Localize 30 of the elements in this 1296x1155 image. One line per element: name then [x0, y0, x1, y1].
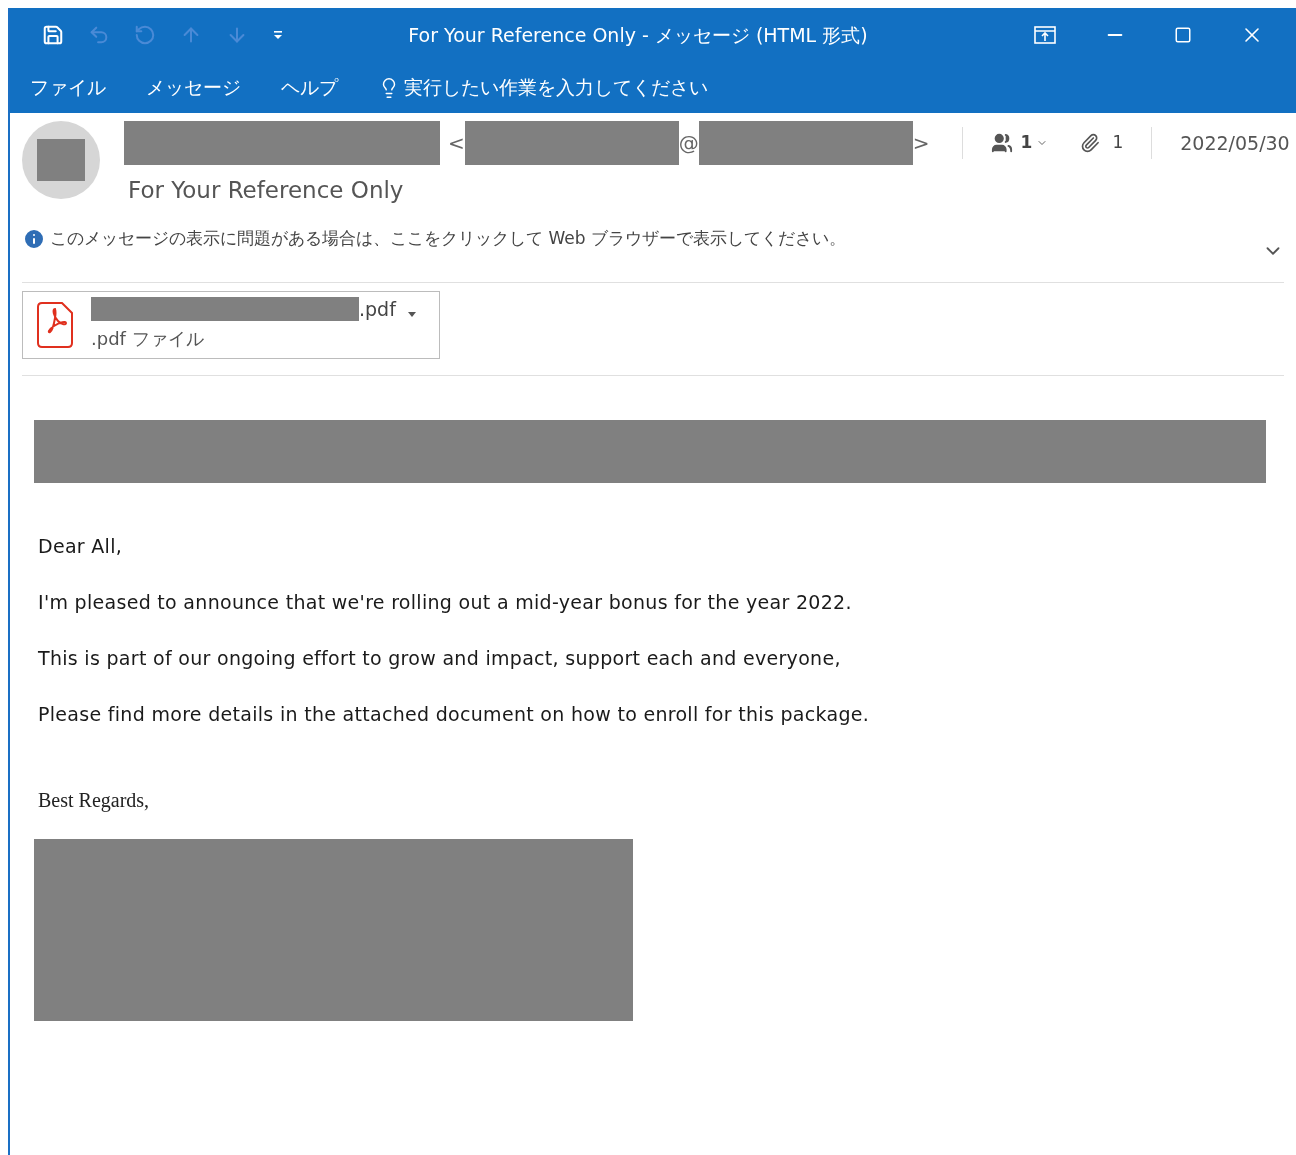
recipients-count[interactable]: 1: [1020, 130, 1033, 156]
body-paragraph: Please find more details in the attached document on how to enroll for this package.: [38, 701, 871, 727]
menu-tab[interactable]: ヘルプ: [281, 73, 338, 102]
menu-tab[interactable]: メッセージ: [146, 73, 241, 102]
menu-tab[interactable]: ファイル: [30, 73, 106, 102]
subject-text: For Your Reference Only: [128, 176, 405, 205]
info-bar-link[interactable]: このメッセージの表示に問題がある場合は、ここをクリックして Web ブラウザーで表示してください。: [50, 225, 846, 252]
people-icon[interactable]: [990, 132, 1013, 154]
paperclip-icon[interactable]: [1080, 133, 1101, 153]
file-extension: .pdf: [359, 297, 396, 321]
sender-bracket: <: [448, 130, 465, 157]
attachment-count: 1: [1112, 131, 1124, 155]
customize-icon[interactable]: [272, 29, 284, 41]
attachment-card[interactable]: .pdf .pdf ファイル: [22, 290, 440, 359]
ribbon-display-icon[interactable]: [1034, 26, 1056, 44]
body-paragraph: Dear All,: [38, 533, 124, 559]
closing-text: Best Regards,: [38, 787, 151, 814]
tell-me-field[interactable]: 実行したい作業を入力してください: [378, 73, 708, 102]
at-sign: @: [678, 130, 699, 157]
pdf-icon: [35, 300, 75, 349]
maximize-icon[interactable]: [1174, 26, 1192, 44]
file-type: .pdf ファイル: [91, 327, 205, 351]
caret-icon[interactable]: [407, 312, 416, 317]
body-paragraph: This is part of our ongoing effort to grow and impact, support each and everyone,: [38, 645, 842, 671]
date-text: 2022/05/30: [1180, 130, 1290, 156]
sender-bracket: >: [912, 130, 930, 157]
redaction-block: [37, 139, 85, 181]
window-title: For Your Reference Only - メッセージ (HTML 形式): [407, 22, 869, 48]
body-paragraph: I'm pleased to announce that we're rolling out a mid-year bonus for the year 2022.: [38, 589, 853, 615]
save-icon[interactable]: [42, 24, 64, 46]
